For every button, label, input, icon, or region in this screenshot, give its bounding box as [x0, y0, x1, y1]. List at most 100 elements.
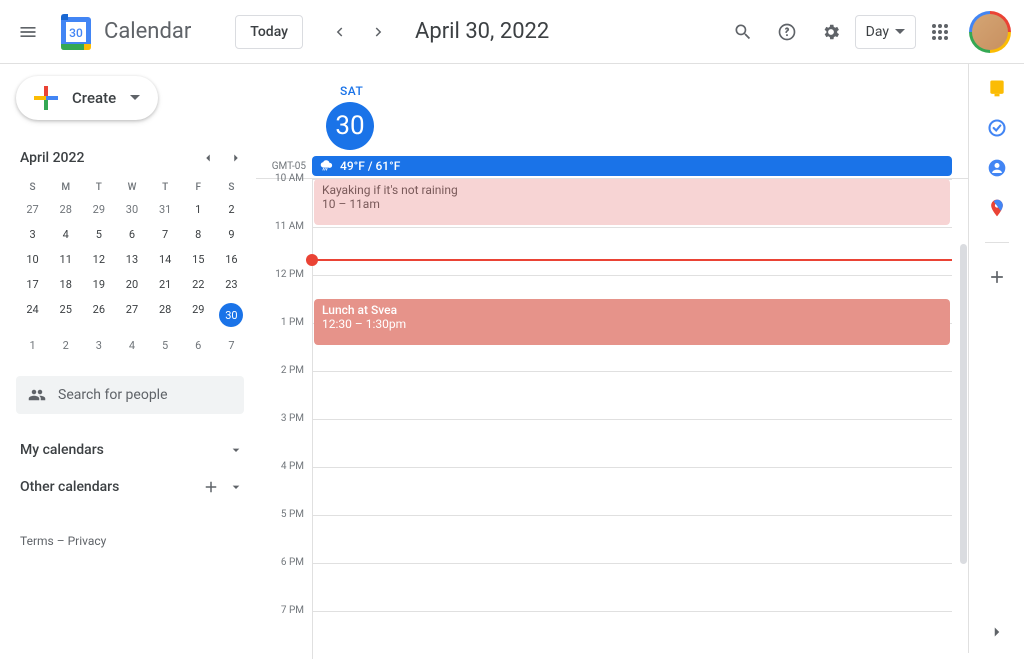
mini-day-cell[interactable]: 24 [16, 297, 49, 333]
mini-day-cell[interactable]: 31 [149, 197, 182, 222]
mini-day-cell[interactable]: 4 [49, 222, 82, 247]
mini-day-cell[interactable]: 1 [182, 197, 215, 222]
mini-day-cell[interactable]: 25 [49, 297, 82, 333]
weather-chip[interactable]: 49°F / 61°F [312, 156, 952, 176]
mini-day-cell[interactable]: 11 [49, 247, 82, 272]
settings-button[interactable] [811, 12, 851, 52]
hour-cell[interactable] [312, 515, 952, 563]
hour-cell[interactable] [312, 467, 952, 515]
today-button[interactable]: Today [235, 15, 303, 49]
tasks-icon[interactable] [987, 118, 1007, 138]
mini-day-cell[interactable]: 10 [16, 247, 49, 272]
mini-day-cell[interactable]: 3 [16, 222, 49, 247]
chevron-down-icon [228, 442, 244, 458]
mini-day-cell[interactable]: 28 [49, 197, 82, 222]
help-button[interactable] [767, 12, 807, 52]
terms-link[interactable]: Terms [20, 534, 54, 548]
mini-day-cell[interactable]: 16 [215, 247, 248, 272]
event-block[interactable]: Lunch at Svea 12:30 – 1:30pm [314, 299, 950, 345]
scrollbar[interactable] [959, 244, 967, 624]
mini-calendar-grid: SMTWTFS272829303112345678910111213141516… [16, 178, 248, 358]
hour-label: 4 PM [256, 461, 312, 509]
view-selector[interactable]: Day [855, 15, 916, 49]
prev-day-button[interactable] [319, 12, 359, 52]
mini-day-cell[interactable]: 30 [115, 197, 148, 222]
mini-day-cell[interactable]: 22 [182, 272, 215, 297]
hour-label: 10 AM [256, 173, 312, 221]
mini-day-cell[interactable]: 15 [182, 247, 215, 272]
day-number[interactable]: 30 [326, 102, 374, 150]
mini-day-cell[interactable]: 5 [82, 222, 115, 247]
search-button[interactable] [723, 12, 763, 52]
my-calendars-toggle[interactable]: My calendars [16, 432, 248, 468]
mini-day-cell[interactable]: 6 [115, 222, 148, 247]
mini-day-cell[interactable]: 7 [215, 333, 248, 358]
hour-label: 6 PM [256, 557, 312, 605]
hour-cell[interactable] [312, 371, 952, 419]
hour-cell[interactable] [312, 227, 952, 275]
hour-cell[interactable] [312, 611, 952, 659]
mini-day-cell[interactable]: 13 [115, 247, 148, 272]
apps-button[interactable] [920, 12, 960, 52]
privacy-link[interactable]: Privacy [68, 534, 107, 548]
mini-day-cell[interactable]: 19 [82, 272, 115, 297]
mini-calendar-month: April 2022 [20, 150, 84, 166]
add-icon[interactable] [202, 478, 220, 496]
mini-day-cell[interactable]: 14 [149, 247, 182, 272]
mini-day-cell[interactable]: 2 [49, 333, 82, 358]
mini-prev-month[interactable] [196, 146, 220, 170]
create-label: Create [72, 89, 116, 107]
hour-label: 5 PM [256, 509, 312, 557]
event-block[interactable]: Kayaking if it's not raining 10 – 11am [314, 179, 950, 225]
chevron-down-icon [228, 479, 244, 495]
calendar-logo-icon: 30 [56, 12, 96, 52]
mini-day-cell[interactable]: 12 [82, 247, 115, 272]
mini-next-month[interactable] [224, 146, 248, 170]
maps-icon[interactable] [987, 198, 1007, 218]
create-button[interactable]: Create [16, 76, 158, 120]
mini-day-cell[interactable]: 6 [182, 333, 215, 358]
mini-day-cell[interactable]: 29 [82, 197, 115, 222]
mini-day-cell[interactable]: 23 [215, 272, 248, 297]
mini-day-cell[interactable]: 27 [115, 297, 148, 333]
weather-icon [320, 159, 334, 173]
mini-day-cell[interactable]: 27 [16, 197, 49, 222]
main-menu-button[interactable] [8, 12, 48, 52]
mini-day-cell[interactable]: 29 [182, 297, 215, 333]
search-people-input[interactable]: Search for people [16, 376, 244, 414]
next-day-button[interactable] [359, 12, 399, 52]
mini-day-cell[interactable]: 4 [115, 333, 148, 358]
current-time-indicator [312, 259, 952, 261]
mini-day-cell[interactable]: 28 [149, 297, 182, 333]
mini-day-cell[interactable]: 21 [149, 272, 182, 297]
mini-day-cell[interactable]: 2 [215, 197, 248, 222]
sidebar: Create April 2022 SMTWTFS272829303112345… [0, 64, 256, 653]
contacts-icon[interactable] [987, 158, 1007, 178]
mini-day-cell[interactable]: 3 [82, 333, 115, 358]
hour-cell[interactable] [312, 419, 952, 467]
time-grid[interactable]: Kayaking if it's not raining 10 – 11am L… [256, 179, 968, 659]
account-avatar[interactable] [972, 14, 1008, 50]
mini-day-cell[interactable]: 5 [149, 333, 182, 358]
search-people-placeholder: Search for people [58, 387, 168, 403]
hide-panel-button[interactable] [988, 623, 1006, 641]
footer-links: Terms – Privacy [16, 534, 248, 548]
mini-day-cell[interactable]: 20 [115, 272, 148, 297]
mini-day-cell[interactable]: 1 [16, 333, 49, 358]
hour-label: 11 AM [256, 221, 312, 269]
hour-cell[interactable] [312, 563, 952, 611]
app-logo[interactable]: 30 Calendar [56, 12, 191, 52]
mini-day-cell[interactable]: 8 [182, 222, 215, 247]
timezone-label: GMT-05 [256, 161, 312, 172]
add-addon-icon[interactable] [987, 267, 1007, 287]
date-title[interactable]: April 30, 2022 [415, 19, 549, 44]
mini-dow-header: S [16, 178, 49, 197]
keep-icon[interactable] [987, 78, 1007, 98]
mini-day-cell[interactable]: 17 [16, 272, 49, 297]
mini-day-cell[interactable]: 7 [149, 222, 182, 247]
mini-day-cell[interactable]: 9 [215, 222, 248, 247]
mini-day-cell[interactable]: 26 [82, 297, 115, 333]
other-calendars-toggle[interactable]: Other calendars [16, 468, 248, 506]
mini-day-cell[interactable]: 30 [215, 297, 248, 333]
mini-day-cell[interactable]: 18 [49, 272, 82, 297]
